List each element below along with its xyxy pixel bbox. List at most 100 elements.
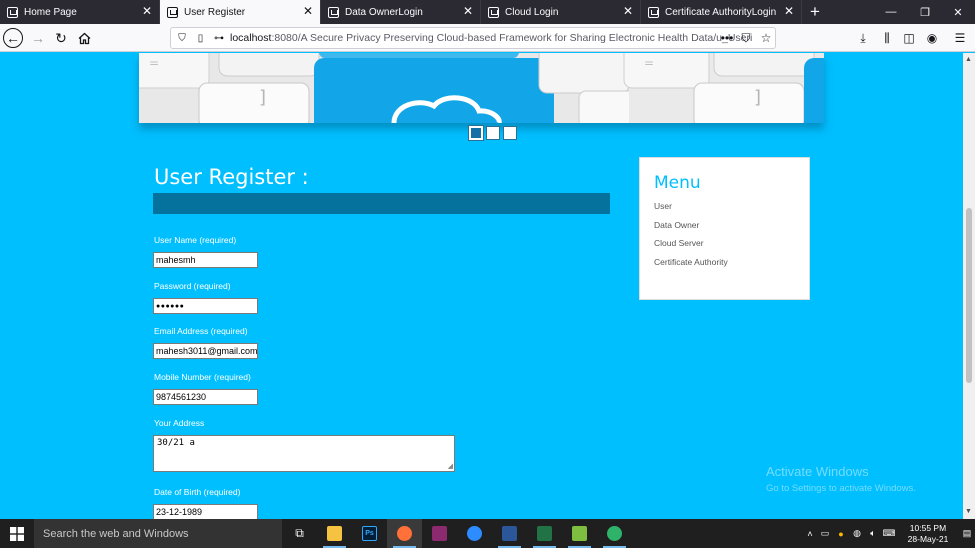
scroll-up-icon[interactable]: ▲ [965,56,972,63]
mobile-input[interactable]: 9874561230 [153,389,258,405]
svg-text:]: ] [259,87,266,108]
pocket-icon: ⛉ [741,30,751,45]
tab-cloud-login[interactable]: Cloud Login ✕ [481,0,641,24]
sidebar-button[interactable]: ◫ [899,28,919,48]
email-input[interactable]: mahesh3011@gmail.com [153,343,258,359]
language-icon[interactable]: ⌨ [881,528,897,539]
mobile-label: Mobile Number (required) [154,372,251,382]
tab-data-owner-login[interactable]: Data OwnerLogin ✕ [321,0,481,24]
taskbar-notepad[interactable] [562,519,597,548]
page-title: User Register : [154,165,309,189]
tab-home-page[interactable]: Home Page ✕ [0,0,160,24]
hamburger-icon: ☰ [954,31,966,45]
pocket-button[interactable]: ⛉ [736,28,756,48]
task-view-icon: ⧉ [295,526,304,540]
scrollbar-thumb[interactable] [966,208,972,383]
new-tab-button[interactable]: + [802,0,828,24]
action-center-icon[interactable]: ▤ [959,528,975,539]
excel-icon [537,526,552,541]
page-icon: ▯ [197,32,204,44]
taskbar-word[interactable] [492,519,527,548]
windows-taskbar: Search the web and Windows ⧉ Ps ˄ ▭ ● ◍ … [0,519,975,548]
tab-title: Home Page [24,6,77,18]
tab-user-register[interactable]: User Register ✕ [160,0,321,24]
menu-item-data-owner[interactable]: Data Owner [654,220,699,230]
scroll-down-icon[interactable]: ▼ [965,508,972,515]
close-icon[interactable]: ✕ [303,4,313,18]
library-button[interactable]: ⫼ [877,28,897,48]
close-icon[interactable]: ✕ [142,4,152,18]
navigation-toolbar: ← → ↻ ⛉ ▯ ⊶ localhost:8080/A Secure Priv… [0,24,975,52]
tab-certificate-authority-login[interactable]: Certificate AuthorityLogin ✕ [641,0,802,24]
tab-strip: Home Page ✕ User Register ✕ Data OwnerLo… [0,0,975,24]
close-icon[interactable]: ✕ [623,4,633,18]
arrow-left-icon: ← [6,30,20,46]
taskbar-app[interactable] [597,519,632,548]
menu-item-user[interactable]: User [654,201,672,211]
menu-item-certificate-authority[interactable]: Certificate Authority [654,257,728,267]
forward-button[interactable]: → [28,28,48,48]
download-icon: ⤓ [860,30,866,45]
windows-logo-icon [10,526,24,541]
taskbar-clock[interactable]: 10:55 PM 28-May-21 [897,523,959,545]
app-icon [607,526,622,541]
reload-button[interactable]: ↻ [51,28,71,48]
more-icon: ••• [720,31,734,45]
slide-dot-2[interactable] [486,126,500,140]
taskbar-excel[interactable] [527,519,562,548]
url-host: localhost [230,32,272,44]
close-icon[interactable]: ✕ [463,4,473,18]
library-icon: ⫼ [884,30,890,45]
volume-icon[interactable]: 🔈︎ [865,528,881,539]
email-label: Email Address (required) [154,326,248,336]
star-icon: ☆ [760,31,772,45]
vertical-scrollbar[interactable]: ▲ ▼ [963,53,975,519]
minimize-button[interactable]: — [874,0,908,24]
taskbar-zoom[interactable] [457,519,492,548]
address-bar[interactable]: ⛉ ▯ ⊶ localhost:8080/A Secure Privacy Pr… [170,27,776,49]
menu-item-cloud-server[interactable]: Cloud Server [654,238,704,248]
network-icon[interactable]: ◍ [849,528,865,539]
page-icon [167,6,178,18]
username-input[interactable]: mahesmh [153,252,258,268]
dob-input[interactable]: 23-12-1989 [153,504,258,519]
taskbar-file-explorer[interactable] [317,519,352,548]
word-icon [502,526,517,541]
clock-date: 28-May-21 [907,533,949,544]
reload-icon: ↻ [55,29,67,46]
page-icon [488,6,499,18]
close-icon[interactable]: ✕ [784,4,794,18]
close-window-button[interactable]: ✕ [941,0,975,24]
task-view-button[interactable]: ⧉ [282,519,317,548]
notification-app-icon[interactable]: ● [833,529,849,539]
battery-icon[interactable]: ▭ [817,528,833,539]
chevron-up-icon[interactable]: ˄ [803,529,817,539]
archive-icon [432,526,447,541]
slide-dot-1[interactable] [468,125,484,141]
slide-dot-3[interactable] [503,126,517,140]
resize-grip-icon[interactable]: ◢ [448,462,453,470]
password-input[interactable]: ●●●●●● [153,298,258,314]
menu-button[interactable]: ☰ [950,28,970,48]
taskbar-firefox[interactable] [387,519,422,548]
title-divider-bar [153,193,610,214]
account-button[interactable]: ◉ [922,28,942,48]
activate-windows-title: Activate Windows [766,464,869,479]
taskbar-search-box[interactable]: Search the web and Windows [34,519,282,548]
back-button[interactable]: ← [3,28,23,48]
taskbar-winrar[interactable] [422,519,457,548]
taskbar-photoshop[interactable]: Ps [352,519,387,548]
address-label: Your Address [154,418,205,428]
page-content: = ] = ] User Register : User Name (requi… [0,53,963,519]
restore-button[interactable]: ❐ [908,0,942,24]
banner-slideshow: = ] = ] [139,53,824,123]
address-textarea[interactable]: 30/21 a ◢ [153,435,455,472]
bookmark-button[interactable]: ☆ [756,28,776,48]
page-icon [648,6,659,18]
page-actions-button[interactable]: ••• [717,28,737,48]
svg-text:]: ] [754,87,761,108]
account-icon: ◉ [926,31,938,45]
start-button[interactable] [0,519,34,548]
downloads-button[interactable]: ⤓ [853,28,873,48]
home-button[interactable] [74,28,94,48]
